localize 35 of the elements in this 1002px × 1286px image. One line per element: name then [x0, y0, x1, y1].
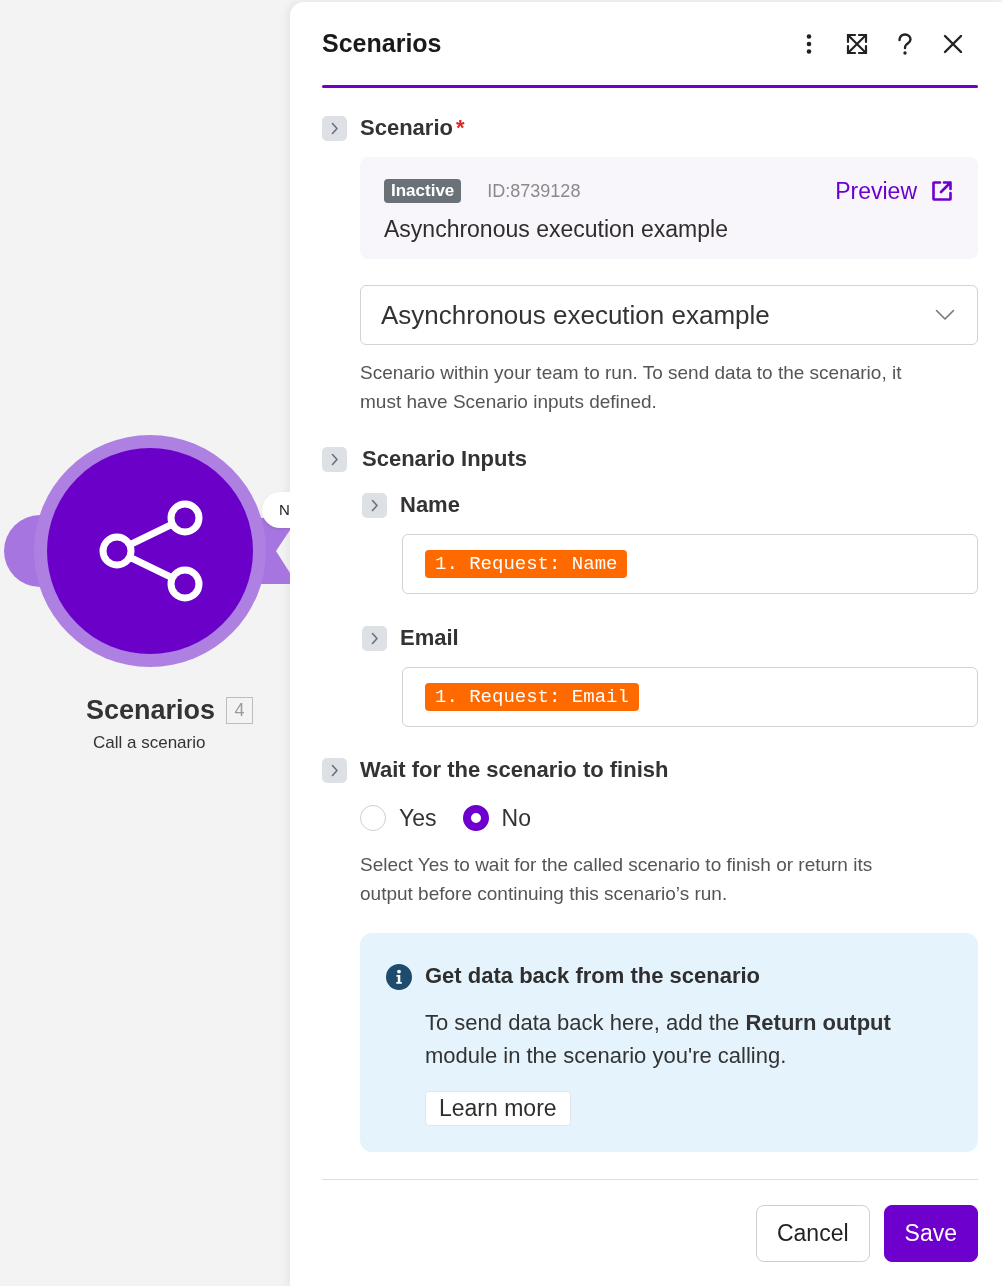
- panel-title: Scenarios: [322, 29, 442, 58]
- chevron-right-icon[interactable]: [322, 446, 347, 472]
- status-badge: Inactive: [384, 179, 462, 203]
- chevron-right-icon[interactable]: [322, 115, 347, 141]
- scenario-select[interactable]: Asynchronous execution example: [360, 285, 978, 345]
- preview-link[interactable]: Preview: [835, 177, 954, 205]
- option-label[interactable]: Yes: [399, 804, 437, 832]
- chevron-right-icon[interactable]: [322, 757, 347, 783]
- module-title: Scenarios: [86, 694, 216, 726]
- learn-more-button[interactable]: Learn more: [425, 1091, 571, 1126]
- help-text: Select Yes to wait for the called scenario to finish or return its output before continuing this scenario’s run.: [360, 853, 874, 906]
- field-label: Email: [400, 625, 459, 651]
- expand-icon[interactable]: [845, 31, 869, 56]
- scenario-name: Asynchronous execution example: [384, 216, 729, 242]
- external-link-icon: [930, 179, 954, 203]
- module-subtitle: Call a scenario: [93, 733, 206, 753]
- notice-text: To send data back here, add the Return output module in the scenario you're calling.: [425, 1009, 892, 1070]
- info-icon: [386, 964, 412, 990]
- section-label: Wait for the scenario to finish: [360, 757, 669, 783]
- cancel-button[interactable]: Cancel: [755, 1205, 870, 1262]
- scenario-id: ID:8739128: [487, 180, 581, 202]
- notice-title: Get data back from the scenario: [425, 963, 760, 989]
- help-text: Scenario within your team to run. To send data to the scenario, it must have Scenario inputs defined.: [360, 361, 903, 414]
- chevron-right-icon[interactable]: [362, 492, 387, 518]
- required-asterisk: *: [455, 115, 465, 141]
- chevron-right-icon[interactable]: [362, 625, 387, 651]
- chevron-down-icon: [935, 309, 955, 321]
- tooltip: N: [262, 492, 290, 528]
- radio-button[interactable]: [462, 805, 489, 831]
- count-badge: 4: [226, 697, 253, 724]
- field-label: Name: [400, 492, 460, 518]
- section-label: Scenario: [360, 115, 453, 141]
- section-label: Scenario Inputs: [362, 446, 528, 472]
- save-button[interactable]: Save: [883, 1205, 978, 1262]
- option-label[interactable]: No: [501, 804, 531, 832]
